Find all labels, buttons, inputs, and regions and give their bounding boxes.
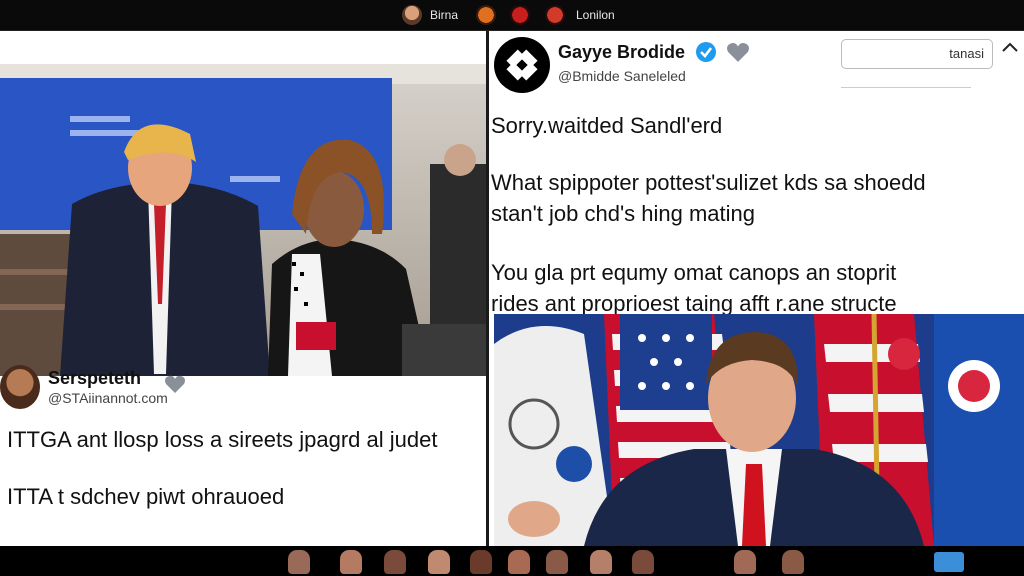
post-text-line-1: Sorry.waitded Sandl'erd: [491, 113, 723, 138]
thumbnail-face-5[interactable]: [470, 550, 492, 574]
comment-avatar[interactable]: [0, 365, 40, 409]
comment-author-handle[interactable]: @STAiinannot.com: [48, 390, 168, 406]
thumbnail-face-7[interactable]: [546, 550, 568, 574]
post-author-handle[interactable]: @Bmidde Saneleled: [558, 68, 686, 84]
thumbnail-face-8[interactable]: [590, 550, 612, 574]
thumbnail-face-2[interactable]: [340, 550, 362, 574]
press-photo-left: [0, 64, 486, 376]
top-bar: Birna Lonilon: [0, 0, 1024, 31]
post-text-line-2: What spippoter pottest'sulizet kds sa sh…: [491, 170, 926, 195]
search-input[interactable]: tanasi: [841, 39, 993, 69]
top-bar-label-right: Lonilon: [576, 8, 615, 22]
bottom-bar: [0, 546, 1024, 576]
press-photo-graphic: [0, 64, 486, 376]
comment-text-line-2: ITTA t sdchev piwt ohrauoed: [7, 484, 285, 509]
top-bar-label-left: Birna: [430, 8, 459, 22]
thumbnail-avatar-4[interactable]: [545, 5, 565, 25]
thumbnail-avatar-3[interactable]: [510, 5, 530, 25]
search-input-value: tanasi: [949, 46, 984, 61]
header-divider: [841, 87, 971, 88]
comment-text-line-1: ITTGA ant llosp loss a sireets jpagrd al…: [7, 427, 438, 452]
comment-author-name[interactable]: Serspeteth: [48, 368, 141, 389]
thumbnail-face-9[interactable]: [632, 550, 654, 574]
thumbnail-face-6[interactable]: [508, 550, 530, 574]
verified-badge-icon: [696, 42, 716, 62]
chevron-up-icon[interactable]: [1001, 41, 1019, 53]
post-text-line-4: You gla prt equmy omat canops an stoprit: [491, 260, 897, 285]
thumbnail-face-4[interactable]: [428, 550, 450, 574]
profile-avatar[interactable]: [494, 37, 550, 93]
thumbnail-avatar-2[interactable]: [476, 5, 496, 25]
thumbnail-face-3[interactable]: [384, 550, 406, 574]
thumbnail-face-1[interactable]: [288, 550, 310, 574]
post-author-name[interactable]: Gayye Brodide: [558, 42, 685, 63]
press-photo-right: [494, 314, 1024, 546]
thumbnail-avatar-1[interactable]: [402, 5, 422, 25]
share-button[interactable]: [934, 552, 964, 572]
thumbnail-face-11[interactable]: [782, 550, 804, 574]
left-post-pane: Serspeteth @STAiinannot.com ITTGA ant ll…: [0, 31, 486, 546]
press-photo-graphic: [494, 314, 1024, 546]
heart-icon[interactable]: [725, 41, 751, 63]
right-post-pane: Gayye Brodide @Bmidde Saneleled tanasi S…: [489, 31, 1024, 546]
post-text-line-3: stan't job chd's hing mating: [491, 201, 755, 226]
logo-icon: [506, 49, 538, 81]
thumbnail-face-10[interactable]: [734, 550, 756, 574]
